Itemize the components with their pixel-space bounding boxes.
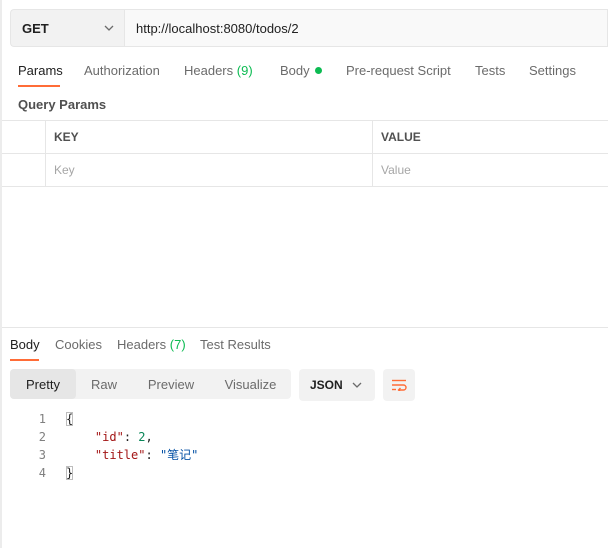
response-headers-count: (7) bbox=[169, 337, 186, 352]
method-label: GET bbox=[22, 20, 49, 36]
table-row: Key Value bbox=[2, 153, 608, 187]
json-key-id: "id" bbox=[94, 430, 124, 444]
tab-headers-label: Headers bbox=[184, 63, 234, 78]
tab-body[interactable]: Body bbox=[280, 63, 322, 78]
line-number: 2 bbox=[38, 430, 46, 444]
wrap-lines-icon bbox=[392, 379, 407, 391]
tab-params-label: Params bbox=[18, 63, 63, 78]
view-pretty-button[interactable]: Pretty bbox=[10, 369, 76, 399]
tab-body-label: Body bbox=[280, 63, 310, 78]
view-mode-switcher: Pretty Raw Preview Visualize bbox=[10, 369, 291, 399]
tab-cookies-label: Cookies bbox=[55, 337, 102, 352]
tab-response-headers-label: Headers bbox=[117, 337, 167, 352]
line-number: 4 bbox=[38, 466, 46, 480]
url-text: http://localhost:8080/todos/2 bbox=[136, 20, 299, 36]
tab-pre-request-label: Pre-request Script bbox=[346, 63, 451, 78]
key-column-header: KEY bbox=[46, 121, 373, 153]
code-line: 1 { bbox=[0, 410, 608, 428]
tab-params[interactable]: Params bbox=[18, 63, 63, 78]
tab-test-results-label: Test Results bbox=[200, 337, 271, 352]
pane-divider[interactable] bbox=[2, 327, 608, 328]
table-header-row: KEY VALUE bbox=[2, 120, 608, 153]
headers-count: (9) bbox=[236, 63, 253, 78]
json-value-title: "笔记" bbox=[159, 448, 199, 462]
code-line: 4 } bbox=[0, 464, 608, 482]
chevron-down-icon bbox=[104, 25, 114, 31]
close-brace: } bbox=[66, 466, 74, 480]
tab-tests-label: Tests bbox=[475, 63, 506, 78]
header-checkbox-cell bbox=[2, 121, 46, 153]
body-status-dot bbox=[314, 67, 322, 74]
tab-settings-label: Settings bbox=[529, 63, 576, 78]
query-params-title: Query Params bbox=[18, 97, 107, 112]
json-value-id: 2 bbox=[138, 430, 146, 444]
tab-headers[interactable]: Headers (9) bbox=[184, 63, 253, 78]
value-column-header: VALUE bbox=[381, 130, 421, 144]
tab-authorization-label: Authorization bbox=[84, 63, 160, 78]
tab-settings[interactable]: Settings bbox=[529, 63, 576, 78]
tab-cookies[interactable]: Cookies bbox=[55, 337, 102, 352]
row-checkbox-cell[interactable] bbox=[2, 154, 46, 186]
param-key-input[interactable]: Key bbox=[46, 154, 373, 186]
url-input[interactable]: http://localhost:8080/todos/2 bbox=[124, 9, 608, 47]
tab-response-headers[interactable]: Headers (7) bbox=[117, 337, 186, 352]
tab-response-body-label: Body bbox=[10, 337, 40, 352]
wrap-lines-button[interactable] bbox=[383, 369, 415, 401]
active-tab-indicator bbox=[18, 85, 60, 87]
tab-pre-request-script[interactable]: Pre-request Script bbox=[346, 63, 451, 78]
tab-test-results[interactable]: Test Results bbox=[200, 337, 271, 352]
tab-authorization[interactable]: Authorization bbox=[84, 63, 160, 78]
tab-tests[interactable]: Tests bbox=[475, 63, 505, 78]
view-raw-button[interactable]: Raw bbox=[76, 369, 132, 399]
format-select[interactable]: JSON bbox=[299, 369, 375, 401]
query-params-table: KEY VALUE Key Value bbox=[2, 120, 608, 187]
response-body-editor[interactable]: 1 { 2 "id": 2, 3 "title": "笔记" 4 } bbox=[0, 410, 608, 482]
view-preview-button[interactable]: Preview bbox=[132, 369, 210, 399]
active-response-tab-indicator bbox=[10, 359, 39, 361]
open-brace: { bbox=[66, 412, 74, 426]
format-label: JSON bbox=[310, 378, 343, 392]
param-value-input[interactable]: Value bbox=[373, 154, 608, 186]
tab-response-body[interactable]: Body bbox=[10, 337, 40, 352]
view-visualize-button[interactable]: Visualize bbox=[210, 369, 291, 399]
line-number: 1 bbox=[38, 412, 46, 426]
json-key-title: "title" bbox=[94, 448, 146, 462]
line-number: 3 bbox=[38, 448, 46, 462]
chevron-down-icon bbox=[352, 382, 362, 388]
code-line: 2 "id": 2, bbox=[0, 428, 608, 446]
method-select[interactable]: GET bbox=[10, 9, 124, 47]
code-line: 3 "title": "笔记" bbox=[0, 446, 608, 464]
request-url-bar: GET http://localhost:8080/todos/2 bbox=[10, 9, 608, 47]
